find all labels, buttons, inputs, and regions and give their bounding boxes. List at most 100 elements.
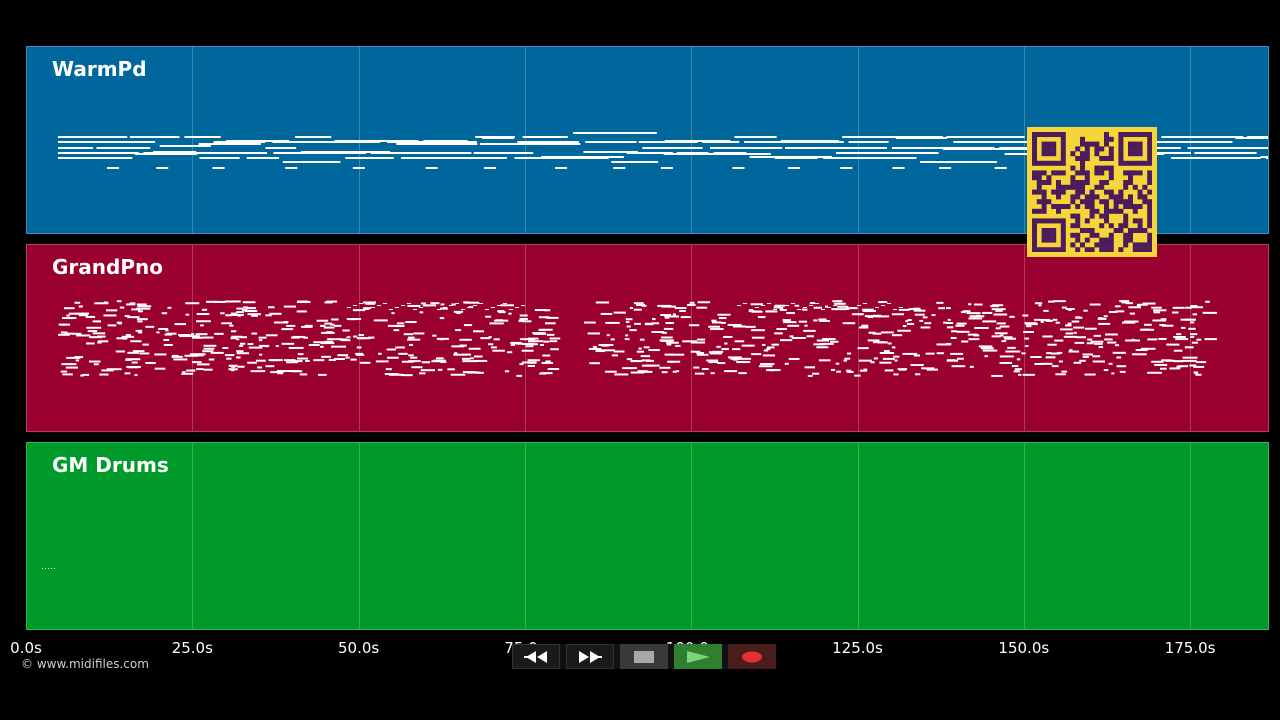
midi-note <box>333 324 342 327</box>
midi-note <box>283 305 296 308</box>
note-roll-grandpno <box>58 300 1218 377</box>
midi-note <box>898 308 910 311</box>
midi-note <box>331 345 346 348</box>
midi-note <box>663 153 771 155</box>
stop-button[interactable] <box>620 644 668 669</box>
midi-note <box>991 308 1006 311</box>
midi-note <box>835 152 939 154</box>
midi-note <box>661 371 668 374</box>
midi-note <box>296 310 307 313</box>
midi-note <box>229 368 235 371</box>
qr-code <box>1027 127 1157 257</box>
midi-note <box>126 303 136 306</box>
midi-note <box>1193 371 1199 374</box>
midi-note <box>633 308 642 311</box>
midi-note <box>968 303 972 306</box>
midi-note <box>65 366 78 369</box>
midi-note <box>583 321 596 324</box>
midi-note <box>661 305 676 308</box>
midi-note <box>97 341 102 344</box>
midi-note <box>696 306 708 309</box>
midi-note <box>922 316 928 319</box>
midi-note <box>835 362 840 365</box>
midi-note <box>185 313 190 316</box>
midi-note <box>1154 363 1168 366</box>
midi-note <box>676 370 680 373</box>
midi-note <box>136 303 147 306</box>
midi-note <box>1103 369 1109 372</box>
track-lane-gm-drums[interactable]: GM Drums <box>26 442 1269 630</box>
midi-note <box>1083 309 1088 312</box>
midi-note <box>1151 306 1162 309</box>
midi-note <box>636 304 646 307</box>
midi-note <box>538 316 550 319</box>
midi-note <box>288 346 304 349</box>
midi-note <box>851 313 864 316</box>
rewind-button[interactable] <box>512 644 560 669</box>
fast-forward-button[interactable] <box>566 644 614 669</box>
midi-note <box>774 332 783 335</box>
midi-note <box>830 368 836 371</box>
midi-note <box>507 351 513 354</box>
midi-note <box>356 353 365 356</box>
midi-note <box>1190 305 1198 308</box>
midi-note <box>1182 359 1197 362</box>
midi-note <box>74 301 81 304</box>
midi-note <box>648 349 660 352</box>
midi-note <box>832 300 842 303</box>
midi-note <box>813 319 818 322</box>
midi-note <box>1052 318 1058 321</box>
midi-note <box>636 350 645 353</box>
midi-note <box>508 312 512 315</box>
midi-note <box>543 340 550 343</box>
midi-note <box>955 324 965 327</box>
midi-note <box>936 301 944 304</box>
midi-note <box>134 153 198 155</box>
track-lane-grandpno[interactable]: GrandPno <box>26 244 1269 432</box>
midi-note <box>946 359 956 362</box>
midi-note <box>661 331 667 334</box>
midi-note <box>741 344 755 347</box>
midi-note <box>500 304 514 307</box>
midi-note <box>1067 322 1072 325</box>
midi-note <box>791 337 806 340</box>
midi-note <box>1105 333 1118 336</box>
midi-note <box>78 305 83 308</box>
midi-note <box>365 302 376 305</box>
record-button[interactable] <box>728 644 776 669</box>
midi-note <box>237 365 245 368</box>
midi-note <box>782 319 791 322</box>
midi-note <box>479 143 581 145</box>
midi-note <box>1104 338 1113 341</box>
midi-note <box>641 359 651 362</box>
midi-note <box>224 354 235 357</box>
midi-note <box>328 358 336 361</box>
midi-note <box>779 339 793 342</box>
play-button[interactable] <box>674 644 722 669</box>
midi-note <box>842 322 856 325</box>
midi-note <box>1055 373 1066 376</box>
midi-note <box>625 320 630 323</box>
midi-note <box>92 332 106 335</box>
midi-note <box>1059 328 1073 331</box>
midi-note <box>803 307 807 308</box>
midi-note <box>674 307 687 310</box>
copyright-notice: © www.midifiles.com <box>21 657 149 671</box>
midi-note <box>887 342 892 345</box>
midi-note <box>130 340 142 343</box>
midi-note <box>661 336 673 339</box>
midi-note <box>396 143 478 145</box>
midi-note <box>519 338 535 341</box>
midi-note <box>75 359 80 362</box>
midi-note <box>62 373 73 376</box>
midi-note <box>85 316 91 319</box>
midi-note <box>939 167 952 169</box>
midi-note <box>1125 339 1140 342</box>
midi-note <box>1092 355 1101 358</box>
midi-note <box>401 305 405 306</box>
midi-note <box>666 343 672 346</box>
midi-note <box>230 314 244 317</box>
midi-note <box>894 359 898 362</box>
midi-note <box>1187 147 1268 149</box>
midi-note <box>872 332 882 335</box>
